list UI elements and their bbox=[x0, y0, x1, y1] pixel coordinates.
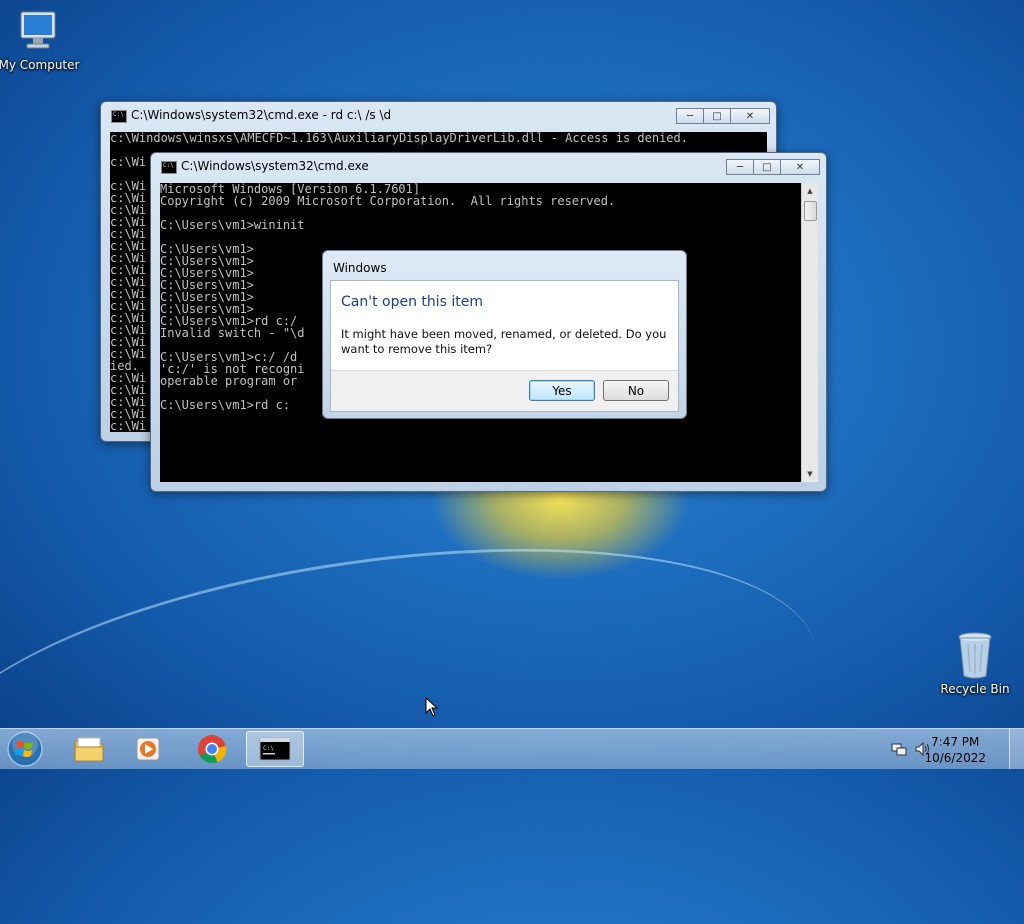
cmd-icon bbox=[161, 161, 177, 174]
taskbar-chrome[interactable] bbox=[185, 731, 239, 767]
taskbar-explorer[interactable] bbox=[62, 731, 116, 767]
clock-date: 10/6/2022 bbox=[924, 751, 986, 765]
console-line: C:\Users\vm1>wininit bbox=[160, 218, 305, 232]
folder-icon bbox=[74, 737, 104, 762]
dialog-title: Windows bbox=[333, 261, 387, 275]
window-title: C:\Windows\system32\cmd.exe - rd c:\ /s … bbox=[131, 108, 392, 122]
minimize-button[interactable]: ─ bbox=[676, 108, 704, 124]
error-dialog[interactable]: Windows Can't open this item It might ha… bbox=[322, 250, 687, 419]
windows-orb-icon bbox=[7, 731, 43, 767]
start-button[interactable] bbox=[4, 730, 46, 768]
taskbar: C:\ 7:47 PM 10/6/2022 bbox=[0, 728, 1024, 769]
no-button[interactable]: No bbox=[603, 380, 669, 401]
dialog-body: Can't open this item It might have been … bbox=[330, 280, 679, 412]
maximize-button[interactable]: □ bbox=[703, 108, 731, 124]
mouse-cursor-icon bbox=[425, 696, 439, 720]
close-button[interactable]: ✕ bbox=[730, 108, 770, 124]
console-line: Copyright (c) 2009 Microsoft Corporation… bbox=[160, 194, 616, 208]
scroll-thumb[interactable] bbox=[804, 201, 817, 221]
taskbar-media-player[interactable] bbox=[122, 731, 176, 767]
network-icon[interactable] bbox=[891, 741, 907, 760]
clock-time: 7:47 PM bbox=[931, 735, 980, 749]
taskbar-cmd[interactable]: C:\ bbox=[246, 731, 304, 767]
chrome-icon bbox=[198, 735, 227, 764]
desktop-icon-my-computer[interactable]: My Computer bbox=[0, 8, 81, 72]
dialog-heading: Can't open this item bbox=[341, 294, 484, 310]
cmd-icon: C:\ bbox=[259, 737, 291, 761]
scroll-up-arrow-icon[interactable]: ▲ bbox=[802, 183, 818, 199]
minimize-button[interactable]: ─ bbox=[726, 159, 754, 175]
scroll-down-arrow-icon[interactable]: ▼ bbox=[802, 466, 818, 482]
computer-icon bbox=[17, 8, 61, 56]
vertical-scrollbar[interactable]: ▲ ▼ bbox=[801, 183, 818, 482]
console-line: c:\Windows\winsxs\AMECFD~1.163\Auxiliary… bbox=[110, 132, 688, 145]
maximize-button[interactable]: □ bbox=[753, 159, 781, 175]
dialog-footer: Yes No bbox=[331, 370, 678, 411]
desktop-icon-label: My Computer bbox=[0, 58, 80, 72]
recycle-bin-icon bbox=[955, 630, 995, 680]
title-bar[interactable]: C:\Windows\system32\cmd.exe - rd c:\ /s … bbox=[101, 102, 776, 130]
title-bar[interactable]: C:\Windows\system32\cmd.exe ─ □ ✕ bbox=[151, 153, 826, 181]
window-title: C:\Windows\system32\cmd.exe bbox=[181, 159, 369, 173]
desktop-icon-label: Recycle Bin bbox=[940, 682, 1010, 696]
media-player-icon bbox=[136, 737, 160, 761]
close-button[interactable]: ✕ bbox=[780, 159, 820, 175]
cmd-icon bbox=[111, 110, 127, 123]
dialog-message: It might have been moved, renamed, or de… bbox=[341, 327, 667, 356]
show-desktop-button[interactable] bbox=[1009, 729, 1024, 769]
desktop-icon-recycle-bin[interactable]: Recycle Bin bbox=[933, 630, 1017, 696]
wallpaper-swoosh bbox=[0, 498, 837, 924]
svg-text:C:\: C:\ bbox=[263, 745, 274, 752]
system-clock[interactable]: 7:47 PM 10/6/2022 bbox=[924, 734, 986, 766]
yes-button[interactable]: Yes bbox=[529, 380, 595, 401]
